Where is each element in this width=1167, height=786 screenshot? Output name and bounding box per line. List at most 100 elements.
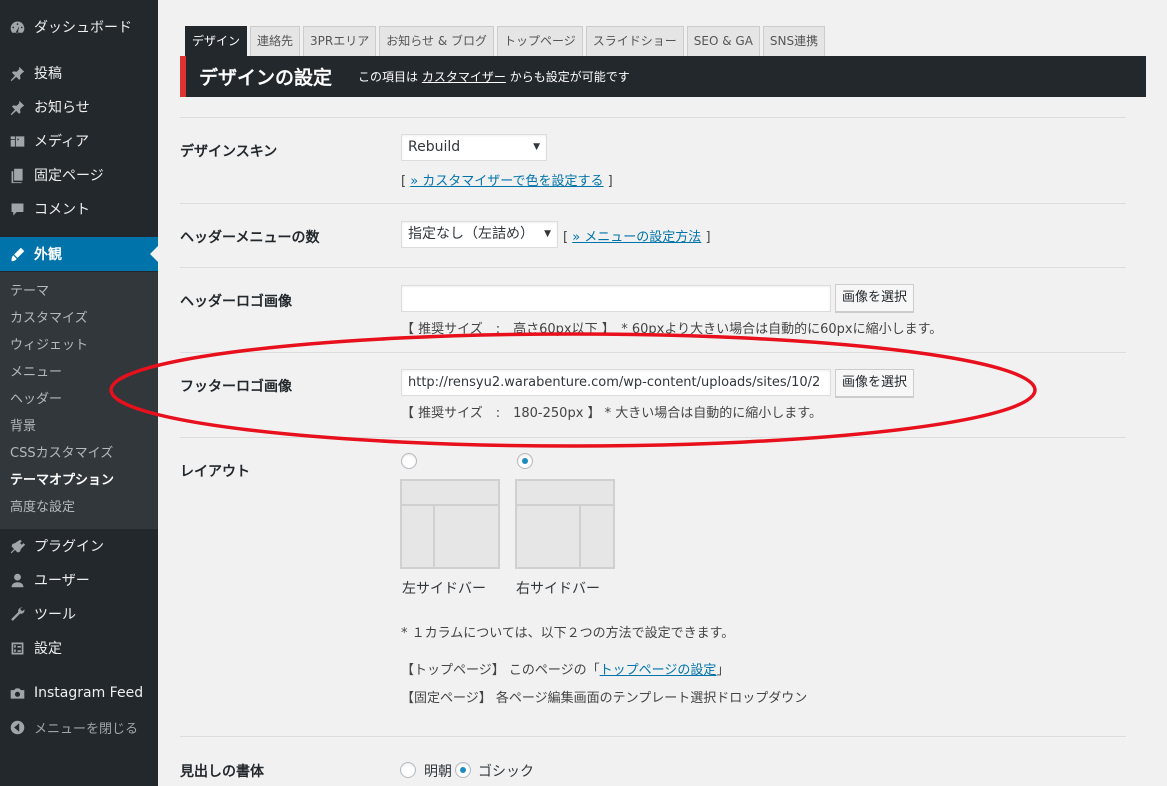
menu-item-instagram-feed[interactable]: Instagram Feed: [0, 676, 158, 710]
header-menu-count-label: ヘッダーメニューの数: [180, 230, 320, 246]
submenu-item-theme-options[interactable]: テーマオプション: [0, 467, 158, 494]
divider: [180, 203, 1126, 204]
menu-item-posts[interactable]: 投稿: [0, 56, 158, 90]
bracket-close: ]: [607, 174, 613, 189]
menu-label-collapse: メニューを閉じる: [34, 721, 139, 737]
menu-item-users[interactable]: ユーザー: [0, 563, 158, 597]
divider: [180, 267, 1126, 268]
menu-item-plugins[interactable]: プラグイン: [0, 529, 158, 563]
menu-label-media: メディア: [34, 134, 90, 150]
media-icon: [0, 133, 34, 150]
section-subtitle: この項目は カスタマイザー からも設定が可能です: [358, 68, 630, 85]
header-logo-label: ヘッダーロゴ画像: [180, 294, 292, 310]
bracket-open: [: [563, 230, 569, 245]
subtitle-suffix: からも設定が可能です: [509, 70, 630, 84]
tab-seo-ga[interactable]: SEO & GA: [686, 26, 760, 56]
menu-label-plugins: プラグイン: [34, 539, 104, 555]
header-logo-select-button[interactable]: 画像を選択: [835, 284, 915, 312]
tab-slideshow[interactable]: スライドショー: [585, 26, 684, 56]
layout-label: レイアウト: [180, 464, 250, 480]
page-icon: [0, 167, 34, 184]
layout-right-sidebar-caption: 右サイドバー: [516, 581, 600, 597]
menu-item-settings[interactable]: 設定: [0, 631, 158, 665]
heading-font-gothic-label: ゴシック: [478, 764, 534, 780]
tab-3pr-area[interactable]: 3PRエリア: [303, 26, 377, 56]
menu-settings-link[interactable]: » メニューの設定方法: [572, 230, 701, 245]
customizer-color-link[interactable]: » カスタマイザーで色を設定する: [410, 174, 603, 189]
header-menu-note: [ » メニューの設定方法 ]: [563, 226, 711, 245]
tab-design[interactable]: デザイン: [185, 26, 248, 56]
menu-item-dashboard[interactable]: ダッシュボード: [0, 10, 158, 44]
bracket-close: ]: [705, 230, 711, 245]
menu-item-comments[interactable]: コメント: [0, 192, 158, 226]
comment-icon: [0, 201, 34, 218]
submenu-item-customize[interactable]: カスタマイズ: [0, 305, 158, 332]
design-skin-select[interactable]: Rebuild ▼: [401, 134, 547, 161]
header-menu-count-select[interactable]: 指定なし（左詰め） ▼: [401, 221, 558, 248]
design-skin-label: デザインスキン: [180, 144, 278, 160]
menu-item-media[interactable]: メディア: [0, 124, 158, 158]
options-tabs: デザイン 連絡先 3PRエリア お知らせ & ブログ トップページ スライドショ…: [185, 26, 828, 56]
heading-font-mincho-radio[interactable]: [400, 762, 416, 778]
layout-left-sidebar-radio[interactable]: [401, 453, 417, 469]
header-menu-count-value: 指定なし（左詰め）: [408, 226, 534, 242]
section-title: デザインの設定: [199, 67, 333, 89]
section-header: デザインの設定 この項目は カスタマイザー からも設定が可能です: [180, 56, 1146, 97]
chevron-down-icon: ▼: [544, 229, 551, 239]
menu-label-tools: ツール: [34, 607, 76, 623]
chevron-down-icon: ▼: [533, 142, 540, 152]
heading-font-gothic-radio[interactable]: [455, 762, 471, 778]
preview-column-divider: [433, 506, 435, 567]
pushpin-icon: [0, 65, 34, 82]
wrench-icon: [0, 606, 34, 623]
menu-label-comments: コメント: [34, 202, 90, 218]
menu-label-dashboard: ダッシュボード: [34, 20, 132, 36]
user-icon: [0, 572, 34, 589]
pushpin-icon: [0, 99, 34, 116]
tab-top-page[interactable]: トップページ: [497, 26, 583, 56]
submenu-item-advanced[interactable]: 高度な設定: [0, 494, 158, 521]
note-prefix: 【トップページ】 このページの「: [401, 663, 600, 678]
submenu-item-themes[interactable]: テーマ: [0, 278, 158, 305]
divider: [180, 736, 1126, 737]
heading-font-mincho-label: 明朝: [424, 764, 452, 780]
dashboard-icon: [0, 19, 34, 36]
heading-font-label: 見出しの書体: [180, 764, 264, 780]
menu-item-appearance[interactable]: 外観: [0, 237, 158, 271]
tab-news-blog[interactable]: お知らせ & ブログ: [379, 26, 494, 56]
menu-item-news[interactable]: お知らせ: [0, 90, 158, 124]
plugin-icon: [0, 538, 34, 555]
preview-header-block: [517, 481, 613, 506]
layout-note-one-column: * １カラムについては、以下２つの方法で設定できます。: [401, 626, 735, 641]
paintbrush-icon: [0, 246, 34, 263]
layout-left-sidebar-preview[interactable]: [400, 479, 500, 569]
menu-label-instagram-feed: Instagram Feed: [34, 685, 144, 701]
camera-icon: [0, 685, 34, 702]
annotation-ellipse: [109, 332, 1037, 448]
layout-note-fixed-page: 【固定ページ】 各ページ編集画面のテンプレート選択ドロップダウン: [401, 691, 808, 706]
top-page-settings-link[interactable]: トップページの設定: [600, 663, 717, 678]
design-skin-value: Rebuild: [408, 139, 461, 155]
tab-contact[interactable]: 連絡先: [250, 26, 301, 56]
divider: [180, 117, 1126, 118]
menu-item-tools[interactable]: ツール: [0, 597, 158, 631]
menu-label-news: お知らせ: [34, 100, 90, 116]
layout-left-sidebar-caption: 左サイドバー: [402, 581, 486, 597]
settings-icon: [0, 640, 34, 657]
layout-right-sidebar-preview[interactable]: [515, 479, 615, 569]
menu-label-appearance: 外観: [34, 247, 62, 263]
subtitle-prefix: この項目は: [358, 70, 419, 84]
collapse-menu-button[interactable]: メニューを閉じる: [0, 710, 158, 744]
tab-sns[interactable]: SNS連携: [762, 26, 826, 56]
collapse-icon: [0, 719, 34, 736]
header-logo-url-input[interactable]: [401, 285, 831, 312]
note-suffix: 」: [716, 663, 730, 678]
menu-label-settings: 設定: [34, 641, 62, 657]
menu-label-pages: 固定ページ: [34, 168, 104, 184]
preview-header-block: [402, 481, 498, 506]
layout-right-sidebar-radio[interactable]: [517, 453, 533, 469]
menu-label-posts: 投稿: [34, 66, 62, 82]
menu-item-pages[interactable]: 固定ページ: [0, 158, 158, 192]
customizer-link[interactable]: カスタマイザー: [422, 70, 506, 84]
design-skin-note: [ » カスタマイザーで色を設定する ]: [401, 170, 613, 189]
